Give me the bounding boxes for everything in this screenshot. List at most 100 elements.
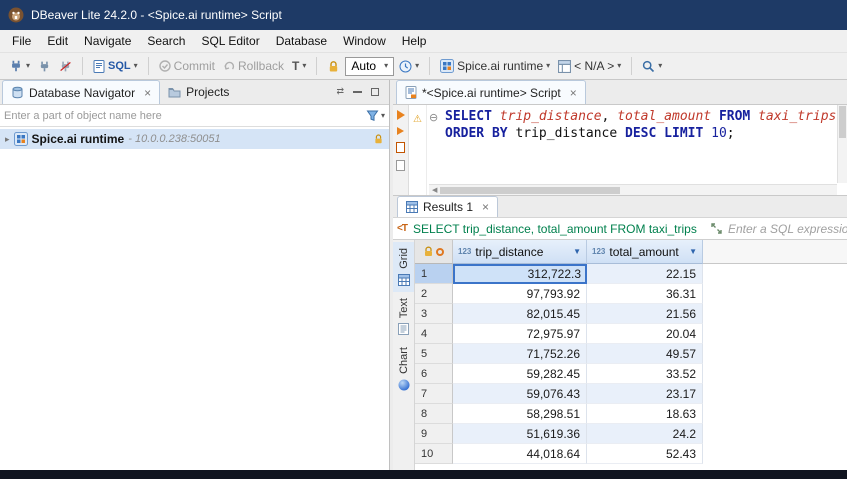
cell-trip-distance[interactable]: 82,015.45 (453, 304, 587, 324)
column-name: trip_distance (475, 245, 543, 259)
row-number[interactable]: 2 (415, 284, 453, 304)
schema-select[interactable]: < N/A > ▾ (555, 57, 624, 75)
menu-item-sql-editor[interactable]: SQL Editor (193, 31, 267, 51)
cell-total-amount[interactable]: 49.57 (587, 344, 703, 364)
sql-code[interactable]: ⊖SELECT trip_distance, total_amount FROM… (427, 105, 847, 195)
tab-chart[interactable]: Chart (393, 341, 414, 397)
grid-icon (398, 274, 410, 286)
menu-item-edit[interactable]: Edit (39, 31, 76, 51)
cell-total-amount[interactable]: 23.17 (587, 384, 703, 404)
row-number[interactable]: 3 (415, 304, 453, 324)
cell-total-amount[interactable]: 21.56 (587, 304, 703, 324)
cell-trip-distance[interactable]: 59,282.45 (453, 364, 587, 384)
editor-horizontal-scrollbar[interactable]: ◀ (429, 184, 837, 195)
editor-vertical-scrollbar[interactable] (837, 105, 847, 183)
scrollbar-thumb[interactable] (440, 187, 620, 194)
tab-sql-script[interactable]: *<Spice.ai runtime> Script × (396, 80, 586, 104)
execute-statement-icon[interactable] (397, 110, 405, 120)
row-number[interactable]: 9 (415, 424, 453, 444)
tab-text[interactable]: Text (393, 292, 414, 341)
minimize-view-icon[interactable] (353, 91, 362, 93)
autocommit-lock-button[interactable] (324, 58, 343, 75)
row-number[interactable]: 8 (415, 404, 453, 424)
scroll-left-icon[interactable]: ◀ (429, 186, 440, 194)
cell-trip-distance[interactable]: 51,619.36 (453, 424, 587, 444)
table-row[interactable]: 2 97,793.92 36.31 (415, 284, 847, 304)
menu-item-search[interactable]: Search (139, 31, 193, 51)
search-button[interactable]: ▾ (639, 58, 665, 75)
table-row[interactable]: 8 58,298.51 18.63 (415, 404, 847, 424)
cell-total-amount[interactable]: 52.43 (587, 444, 703, 464)
cell-total-amount[interactable]: 22.15 (587, 264, 703, 284)
close-icon[interactable]: × (570, 86, 577, 100)
row-number[interactable]: 6 (415, 364, 453, 384)
transaction-history-button[interactable]: ▾ (396, 58, 422, 75)
sort-icon[interactable]: ▼ (573, 247, 581, 256)
table-row[interactable]: 3 82,015.45 21.56 (415, 304, 847, 324)
table-row[interactable]: 5 71,752.26 49.57 (415, 344, 847, 364)
maximize-view-icon[interactable] (371, 88, 379, 96)
column-header-trip-distance[interactable]: 123 trip_distance ▼ (453, 240, 587, 264)
expander-icon[interactable]: ▸ (5, 134, 10, 145)
table-row[interactable]: 10 44,018.64 52.43 (415, 444, 847, 464)
execute-new-tab-icon[interactable] (396, 142, 405, 153)
cell-total-amount[interactable]: 33.52 (587, 364, 703, 384)
row-number[interactable]: 1 (415, 264, 453, 284)
commit-button[interactable]: Commit (156, 57, 218, 75)
new-connection-button[interactable]: ▾ (6, 57, 33, 75)
fold-collapse-icon[interactable]: ⊖ (429, 109, 438, 126)
close-icon[interactable]: × (482, 200, 489, 214)
link-editor-icon[interactable]: ⇄ (336, 87, 344, 96)
sql-editor-button[interactable]: SQL ▾ (90, 58, 141, 75)
menu-item-database[interactable]: Database (268, 31, 335, 51)
cell-total-amount[interactable]: 18.63 (587, 404, 703, 424)
cell-trip-distance[interactable]: 72,975.97 (453, 324, 587, 344)
table-row[interactable]: 9 51,619.36 24.2 (415, 424, 847, 444)
menu-item-window[interactable]: Window (335, 31, 394, 51)
menu-item-file[interactable]: File (4, 31, 39, 51)
column-header-total-amount[interactable]: 123 total_amount ▼ (587, 240, 703, 264)
row-number[interactable]: 5 (415, 344, 453, 364)
sql-editor[interactable]: ⚠ ⊖SELECT trip_distance, total_amount FR… (393, 105, 847, 196)
maximize-results-icon[interactable] (711, 223, 722, 234)
cell-trip-distance[interactable]: 58,298.51 (453, 404, 587, 424)
row-number[interactable]: 4 (415, 324, 453, 344)
tab-database-navigator[interactable]: Database Navigator × (2, 80, 160, 104)
table-row[interactable]: 7 59,076.43 23.17 (415, 384, 847, 404)
rollback-button[interactable]: Rollback (220, 57, 287, 75)
close-icon[interactable]: × (144, 86, 151, 100)
menu-item-navigate[interactable]: Navigate (76, 31, 139, 51)
grid-corner[interactable] (415, 240, 453, 264)
cell-total-amount[interactable]: 36.31 (587, 284, 703, 304)
disconnect-button[interactable] (56, 58, 75, 75)
table-row[interactable]: 1 312,722.3 22.15 (415, 264, 847, 284)
cell-total-amount[interactable]: 20.04 (587, 324, 703, 344)
connect-button[interactable] (35, 58, 54, 75)
cell-trip-distance[interactable]: 59,076.43 (453, 384, 587, 404)
cell-trip-distance[interactable]: 312,722.3 (453, 264, 587, 284)
custom-filter-icon[interactable]: <T (397, 223, 407, 234)
cell-trip-distance[interactable]: 97,793.92 (453, 284, 587, 304)
menu-item-help[interactable]: Help (394, 31, 435, 51)
transaction-log-button[interactable]: T ▾ (289, 57, 309, 75)
filter-expression-input[interactable]: Enter a SQL expression to... (728, 222, 847, 236)
row-number[interactable]: 10 (415, 444, 453, 464)
filter-funnel-icon[interactable]: ▾ (366, 109, 385, 122)
tab-projects[interactable]: Projects (160, 80, 237, 104)
row-number[interactable]: 7 (415, 384, 453, 404)
table-row[interactable]: 6 59,282.45 33.52 (415, 364, 847, 384)
object-filter-input[interactable] (4, 110, 366, 122)
tree-item-connection[interactable]: ▸ Spice.ai runtime - 10.0.0.238:50051 (0, 129, 389, 149)
connection-select[interactable]: Spice.ai runtime ▾ (437, 57, 553, 75)
cell-total-amount[interactable]: 24.2 (587, 424, 703, 444)
tab-results-1[interactable]: Results 1 × (397, 196, 498, 217)
autocommit-select[interactable]: Auto ▾ (345, 57, 394, 76)
scrollbar-thumb[interactable] (839, 106, 846, 138)
table-row[interactable]: 4 72,975.97 20.04 (415, 324, 847, 344)
cell-trip-distance[interactable]: 71,752.26 (453, 344, 587, 364)
explain-plan-icon[interactable] (396, 160, 405, 171)
cell-trip-distance[interactable]: 44,018.64 (453, 444, 587, 464)
execute-script-icon[interactable] (397, 127, 404, 135)
tab-grid[interactable]: Grid (393, 242, 414, 292)
sort-icon[interactable]: ▼ (689, 247, 697, 256)
